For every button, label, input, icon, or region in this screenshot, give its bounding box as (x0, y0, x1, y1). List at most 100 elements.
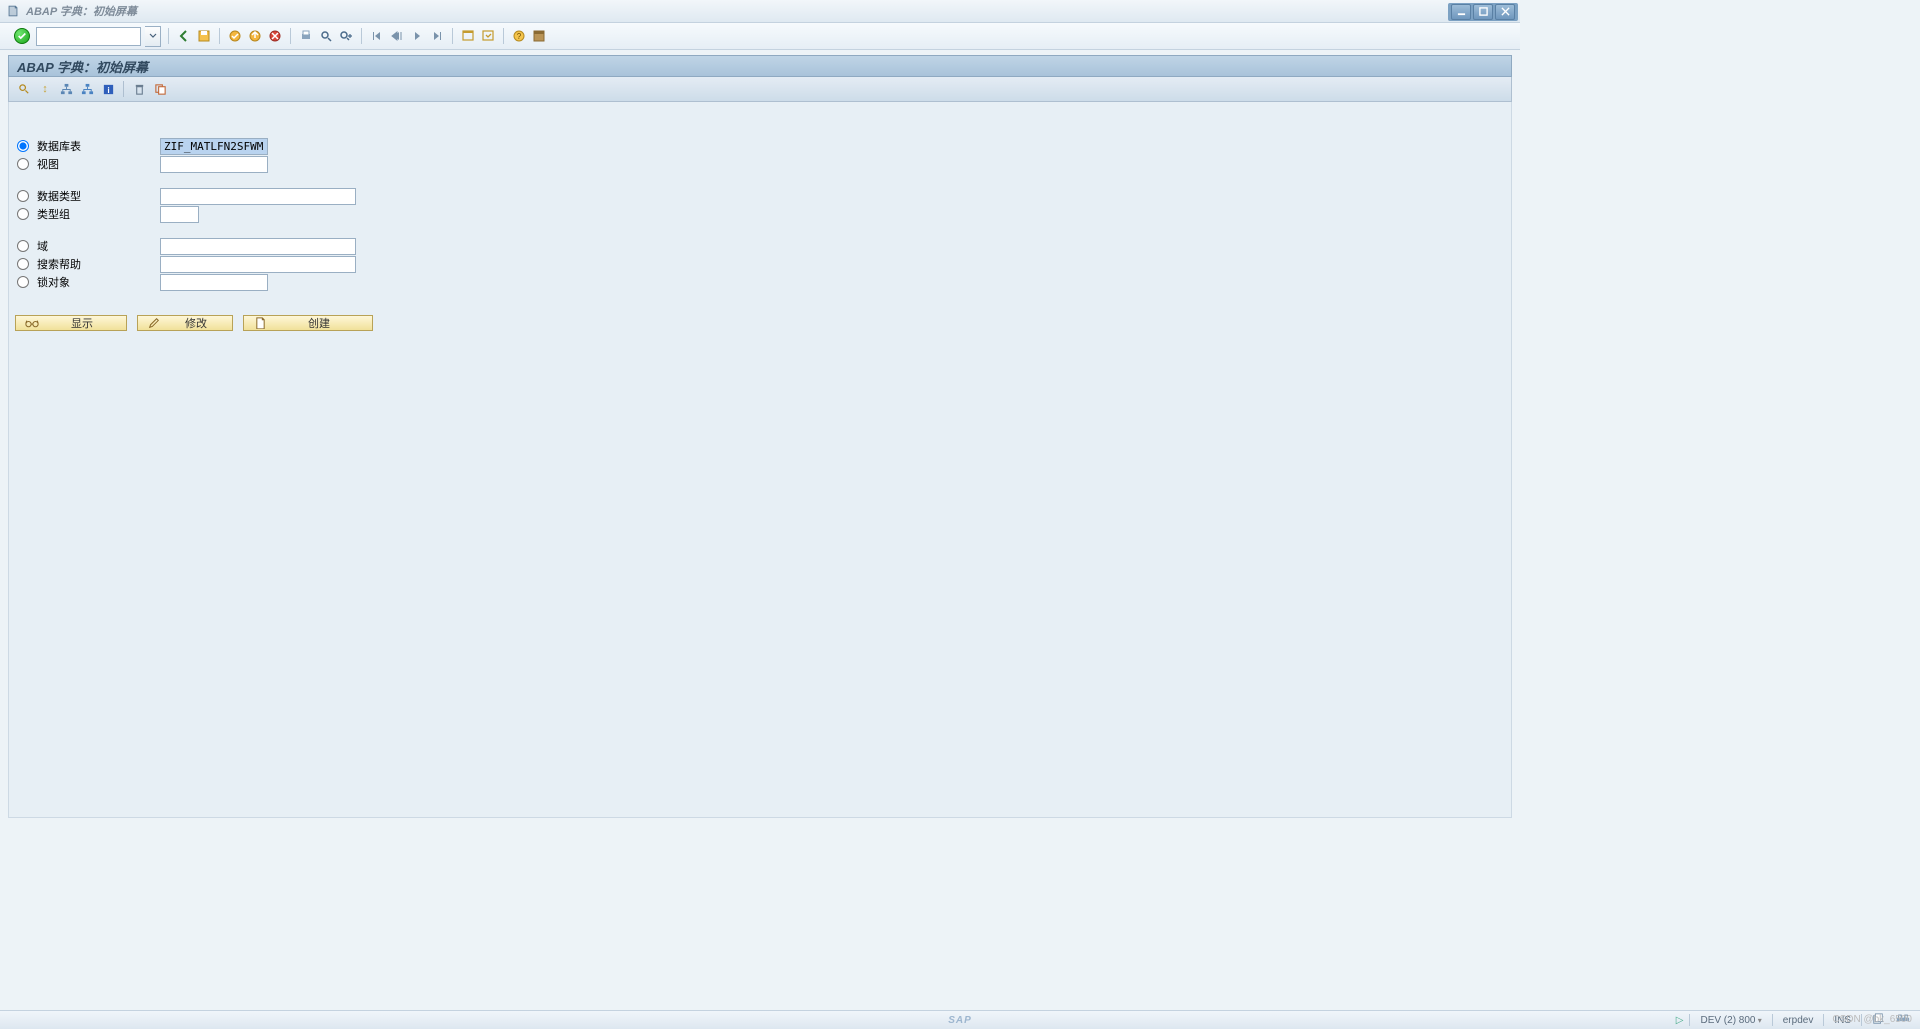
previous-page-button[interactable] (389, 28, 405, 44)
find-next-button[interactable] (338, 28, 354, 44)
change-button[interactable]: 修改 (137, 315, 233, 331)
application-toolbar: ↕ i (8, 77, 1512, 102)
last-page-button[interactable] (429, 28, 445, 44)
row-domain: 域 (15, 237, 1511, 255)
label-search-help: 搜索帮助 (37, 256, 81, 272)
action-row: 显示 修改 创建 (15, 315, 1511, 331)
label-type-group: 类型组 (37, 206, 70, 222)
input-search-help[interactable] (160, 256, 356, 273)
find-button[interactable] (318, 28, 334, 44)
object-type-group-2: 数据类型 类型组 (15, 187, 1511, 223)
command-field-wrapper (36, 27, 141, 46)
toolbar-separator (123, 81, 124, 97)
row-view: 视图 (15, 155, 1511, 173)
label-data-type: 数据类型 (37, 188, 81, 204)
radio-search-help[interactable]: 搜索帮助 (15, 256, 160, 272)
svg-text:i: i (107, 85, 109, 95)
label-domain: 域 (37, 238, 48, 254)
radio-type-group-input[interactable] (17, 208, 29, 220)
cancel-up-button[interactable] (247, 28, 263, 44)
label-lock-object: 锁对象 (37, 274, 70, 290)
create-button-label: 创建 (270, 315, 368, 331)
new-page-icon (252, 316, 268, 330)
status-right: ▷ DEV (2) 800 erpdev INS (1676, 1013, 1920, 1028)
row-type-group: 类型组 (15, 205, 1511, 223)
create-button[interactable]: 创建 (243, 315, 373, 331)
input-data-type[interactable] (160, 188, 356, 205)
object-type-group-1: 数据库表 视图 (15, 137, 1511, 173)
generate-shortcut-button[interactable] (480, 28, 496, 44)
toolbar-separator (452, 28, 453, 44)
sap-logo: SAP (948, 1015, 972, 1026)
radio-domain[interactable]: 域 (15, 238, 160, 254)
status-insert-mode: INS (1830, 1015, 1855, 1026)
hierarchy-display-button[interactable] (57, 81, 75, 97)
toolbar-separator (503, 28, 504, 44)
input-database-table[interactable] (160, 138, 268, 155)
system-toolbar: ? (0, 23, 1520, 50)
display-button-label: 显示 (42, 315, 122, 331)
input-type-group[interactable] (160, 206, 199, 223)
copy-button[interactable] (151, 81, 169, 97)
first-page-button[interactable] (369, 28, 385, 44)
object-list-button[interactable] (78, 81, 96, 97)
status-connection-icon[interactable] (1892, 1013, 1914, 1027)
input-view[interactable] (160, 156, 268, 173)
customize-layout-button[interactable] (531, 28, 547, 44)
print-button[interactable] (298, 28, 314, 44)
row-data-type: 数据类型 (15, 187, 1511, 205)
back-button[interactable] (176, 28, 192, 44)
minimize-button[interactable] (1451, 4, 1471, 20)
window-titlebar: ABAP 字典：初始屏幕 (0, 0, 1520, 23)
delete-button[interactable] (130, 81, 148, 97)
status-script-icon[interactable] (1868, 1013, 1888, 1028)
radio-data-type[interactable]: 数据类型 (15, 188, 160, 204)
status-server: erpdev (1779, 1015, 1818, 1026)
info-button[interactable]: i (99, 81, 117, 97)
change-button-label: 修改 (164, 315, 228, 331)
glasses-icon (24, 316, 40, 330)
radio-domain-input[interactable] (17, 240, 29, 252)
radio-search-help-input[interactable] (17, 258, 29, 270)
cancel-button[interactable] (267, 28, 283, 44)
close-button[interactable] (1495, 4, 1515, 20)
maximize-button[interactable] (1473, 4, 1493, 20)
screen-title: ABAP 字典：初始屏幕 (17, 57, 148, 76)
object-type-group-3: 域 搜索帮助 锁对象 (15, 237, 1511, 291)
save-button[interactable] (196, 28, 212, 44)
status-system[interactable]: DEV (2) 800 (1696, 1015, 1765, 1026)
window-title: ABAP 字典：初始屏幕 (26, 3, 137, 19)
help-button[interactable]: ? (511, 28, 527, 44)
radio-lock-object[interactable]: 锁对象 (15, 274, 160, 290)
input-domain[interactable] (160, 238, 356, 255)
app-menu-icon[interactable] (6, 4, 20, 18)
next-page-button[interactable] (409, 28, 425, 44)
toolbar-separator (290, 28, 291, 44)
radio-type-group[interactable]: 类型组 (15, 206, 160, 222)
command-field[interactable] (39, 29, 138, 43)
where-used-button[interactable] (15, 81, 33, 97)
radio-data-type-input[interactable] (17, 190, 29, 202)
pencil-icon (146, 316, 162, 330)
radio-lock-object-input[interactable] (17, 276, 29, 288)
radio-database-table-input[interactable] (17, 140, 29, 152)
screen-header: ABAP 字典：初始屏幕 (8, 55, 1512, 77)
display-button[interactable]: 显示 (15, 315, 127, 331)
exit-button[interactable] (227, 28, 243, 44)
input-lock-object[interactable] (160, 274, 268, 291)
command-history-button[interactable] (145, 26, 161, 47)
row-database-table: 数据库表 (15, 137, 1511, 155)
label-view: 视图 (37, 156, 59, 172)
new-session-button[interactable] (460, 28, 476, 44)
label-database-table: 数据库表 (37, 138, 81, 154)
enter-button[interactable] (14, 28, 30, 44)
radio-view-input[interactable] (17, 158, 29, 170)
statusbar: SAP ▷ DEV (2) 800 erpdev INS (0, 1010, 1920, 1029)
radio-view[interactable]: 视图 (15, 156, 160, 172)
window-controls (1448, 3, 1518, 21)
radio-database-table[interactable]: 数据库表 (15, 138, 160, 154)
toolbar-separator (219, 28, 220, 44)
session-manager-icon[interactable]: ▷ (1676, 1015, 1684, 1026)
tree-display-button[interactable]: ↕ (36, 81, 54, 97)
row-lock-object: 锁对象 (15, 273, 1511, 291)
